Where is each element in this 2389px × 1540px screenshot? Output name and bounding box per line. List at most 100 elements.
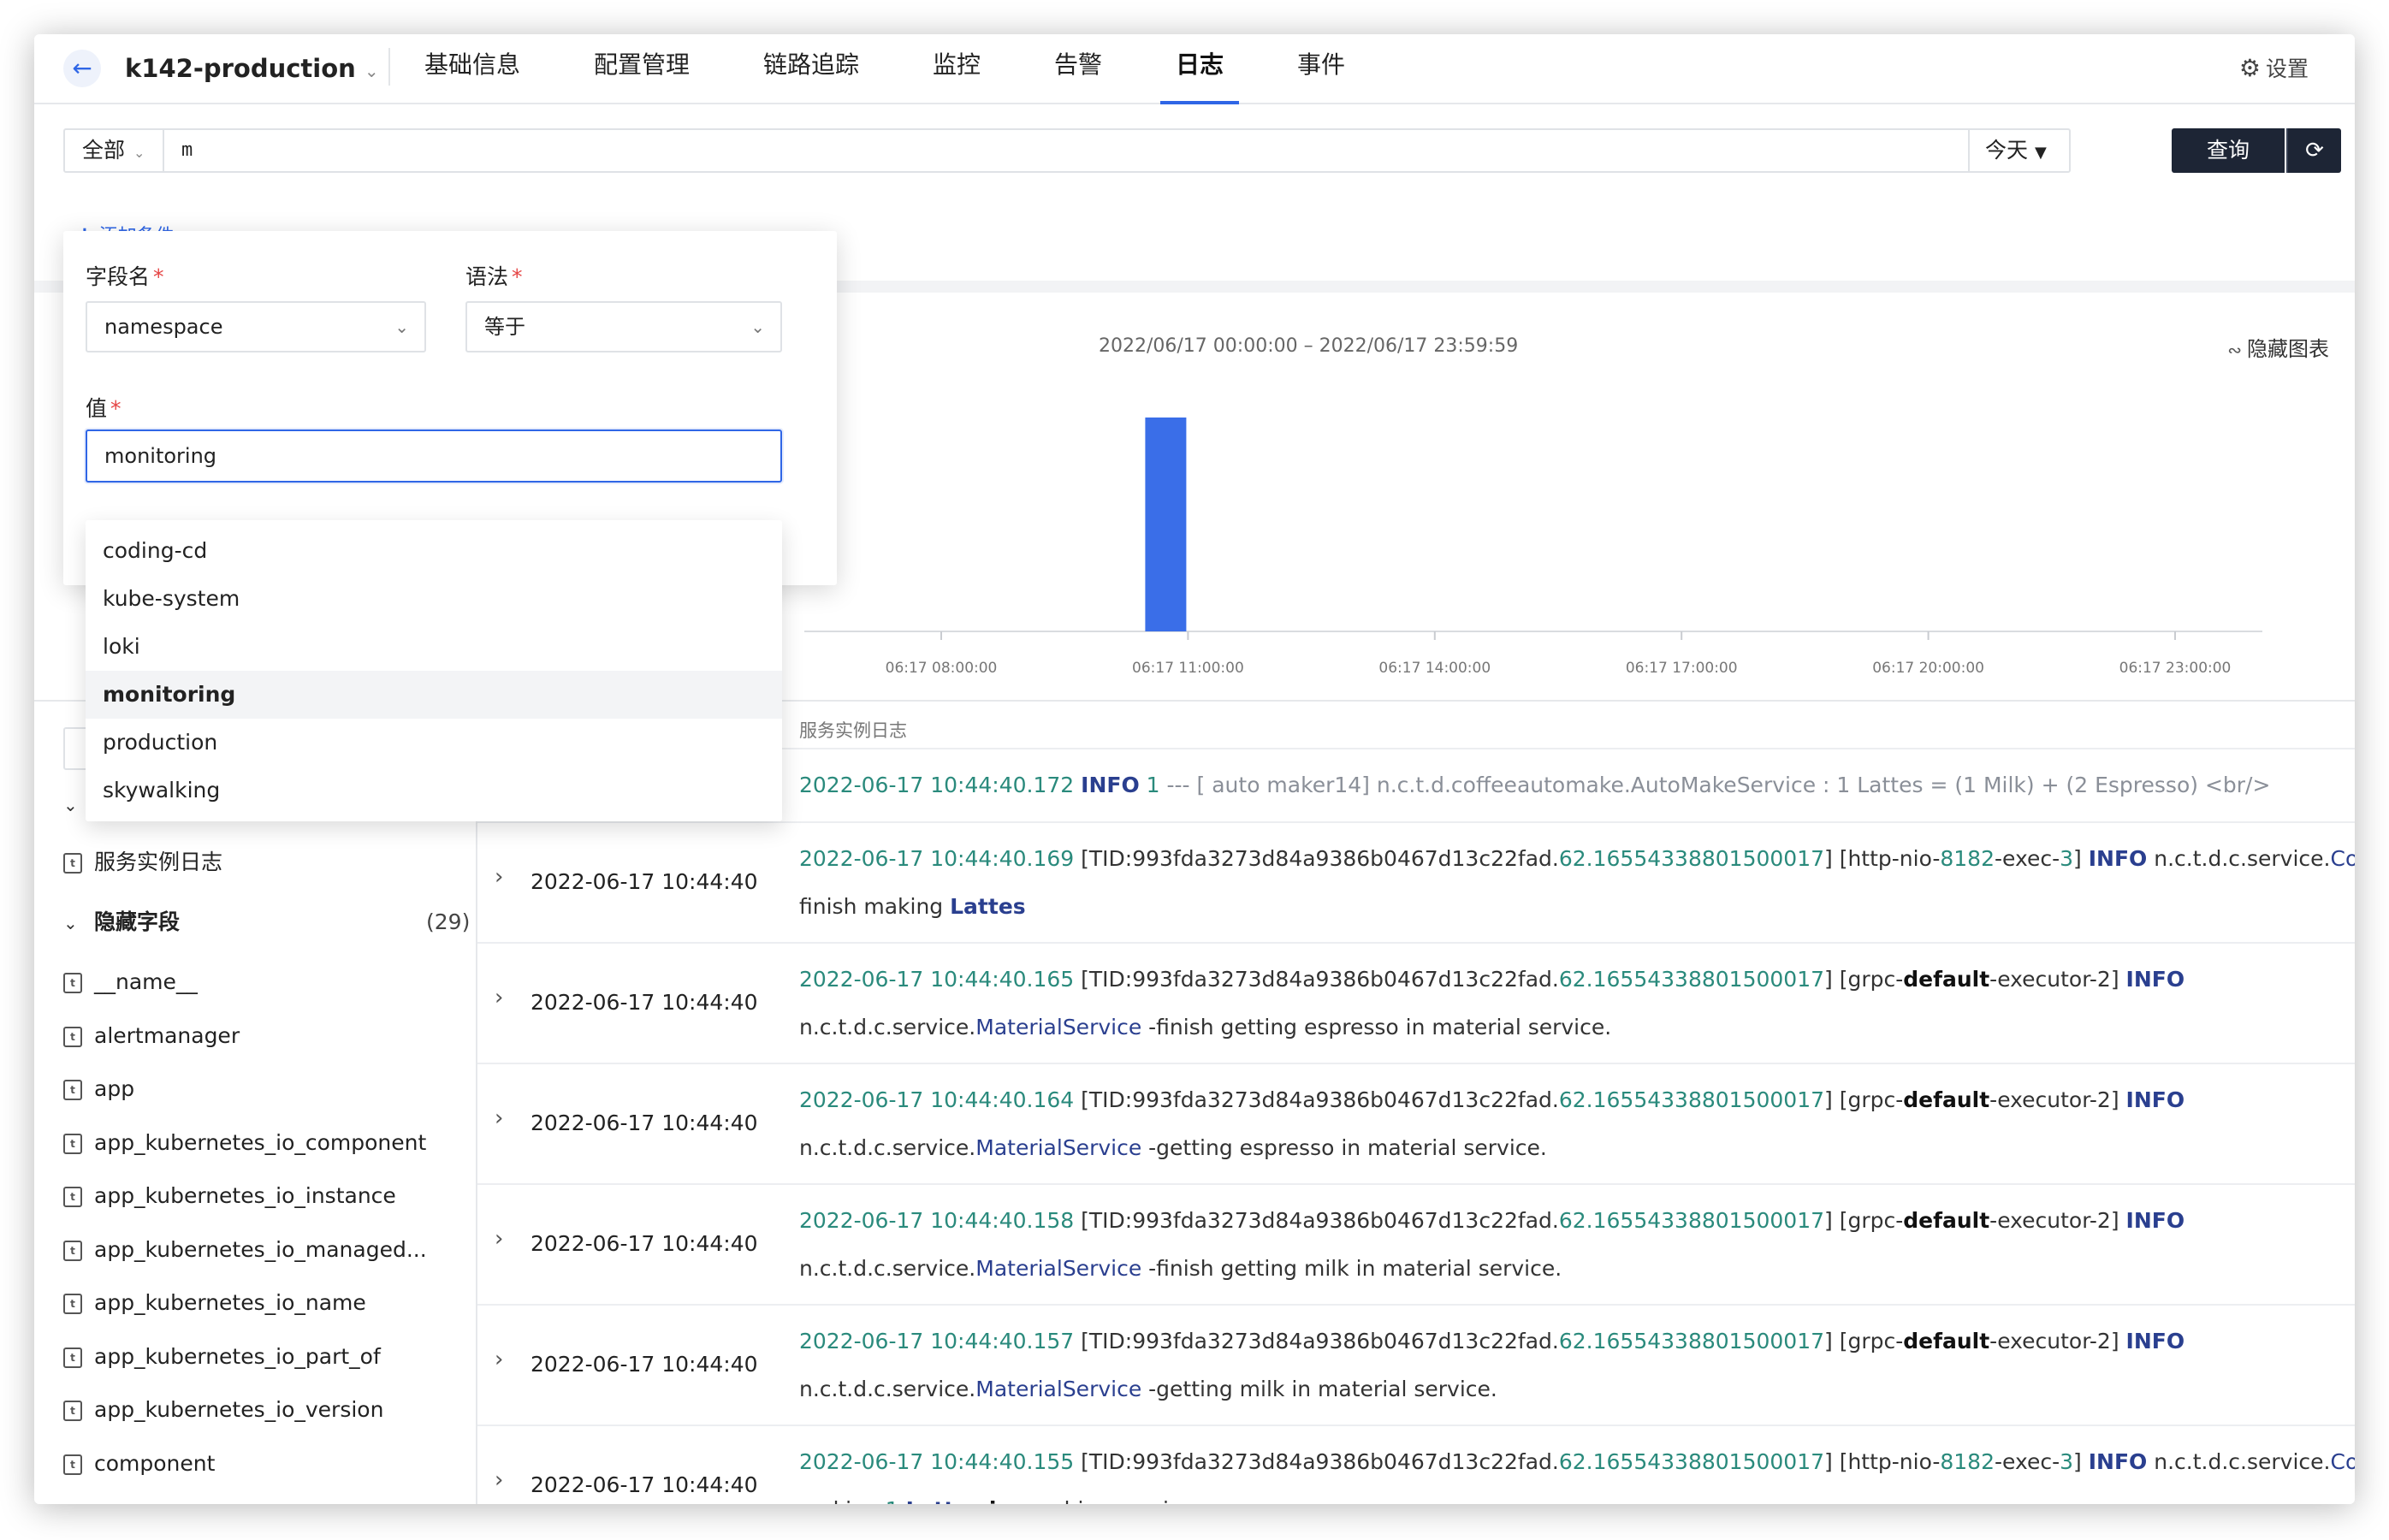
value-input[interactable]: monitoring [86, 429, 782, 483]
tab-alerts[interactable]: 告警 [1054, 34, 1102, 103]
log-part-tid: [TID:993fda3273d84a9386b0467d13c22fad. [1081, 1087, 1559, 1112]
dropdown-option[interactable]: production [86, 719, 782, 767]
settings-button[interactable]: ⚙ 设置 [2239, 48, 2309, 89]
log-part-line2-post: -getting milk in material service. [1141, 1377, 1497, 1401]
sidebar-field-label: app_kubernetes_io_part_of [94, 1343, 381, 1369]
project-selector[interactable]: k142-production ⌄ [125, 48, 379, 89]
log-part-thread-b: default [1903, 967, 1990, 992]
log-part-line2-kw: MaterialService [975, 1377, 1142, 1401]
log-part-thread-c: -executor-2] [1989, 1208, 2126, 1233]
dropdown-option[interactable]: kube-system [86, 575, 782, 623]
value-label: 值 * [86, 392, 122, 423]
log-row[interactable]: › 2022-06-17 10:44:40 2022-06-17 10:44:40.… [477, 942, 2355, 1063]
field-type-icon: t [63, 1347, 82, 1368]
log-part-thread-a: ] [grpc- [1824, 1208, 1904, 1233]
sidebar-field-item[interactable]: t app_kubernetes_io_part_of [63, 1340, 381, 1374]
log-row[interactable]: › 2022-06-17 10:44:40 2022-06-17 10:44:40.… [477, 821, 2355, 942]
sidebar-field-item[interactable]: t app_kubernetes_io_managed... [63, 1233, 427, 1267]
log-part-ts: 2022-06-17 10:44:40.164 [799, 1087, 1075, 1112]
tab-events[interactable]: 事件 [1297, 34, 1345, 103]
log-row[interactable]: › 2022-06-17 10:44:40 2022-06-17 10:44:40.… [477, 1183, 2355, 1304]
sidebar-field-label: app_kubernetes_io_managed... [94, 1236, 427, 1262]
tab-config[interactable]: 配置管理 [594, 34, 690, 103]
log-column-header: 服务实例日志 [799, 720, 907, 741]
sidebar-field-label: component [94, 1450, 216, 1476]
log-part-thread-n: 3 [2060, 1449, 2074, 1474]
log-part-thread-b: default [1903, 1208, 1990, 1233]
x-tick-label: 06:17 23:00:00 [2119, 660, 2232, 677]
chevron-down-icon: ⌄ [63, 795, 78, 815]
tab-tracing[interactable]: 链路追踪 [763, 34, 859, 103]
sidebar-field-item[interactable]: t app [63, 1072, 134, 1106]
log-part-thread-num: 8182 [1940, 846, 1995, 871]
query-button[interactable]: 查询 [2172, 128, 2285, 173]
sidebar-field-item[interactable]: t __name__ [63, 965, 198, 999]
field-sidebar: ⌄ t 服务实例日志 ⌄ 隐藏字段 (29) t __name__ t alertmana… [34, 702, 477, 1504]
log-time: 2022-06-17 10:44:40 [531, 1231, 758, 1256]
tab-monitoring[interactable]: 监控 [933, 34, 981, 103]
chevron-right-icon[interactable]: › [495, 1226, 503, 1252]
sidebar-field-item[interactable]: t app_kubernetes_io_instance [63, 1179, 396, 1213]
log-part-level: INFO [2125, 967, 2185, 992]
nav-divider [388, 48, 390, 86]
log-part-thread-a: ] [grpc- [1824, 967, 1904, 992]
dropdown-option[interactable]: coding-cd [86, 527, 782, 575]
tab-logs[interactable]: 日志 [1159, 34, 1240, 104]
dropdown-option[interactable]: loki [86, 623, 782, 671]
hidden-fields-group[interactable]: ⌄ 隐藏字段 (29) [63, 905, 470, 939]
sidebar-field-item[interactable]: t app_kubernetes_io_version [63, 1393, 383, 1427]
sidebar-field-item[interactable]: t alertmanager [63, 1019, 240, 1053]
auto-refresh-icon[interactable]: ⟳ [2286, 128, 2341, 173]
log-row[interactable]: › 2022-06-17 10:44:40 2022-06-17 10:44:40.… [477, 1304, 2355, 1424]
required-mark: * [512, 264, 523, 289]
sidebar-item-instance-log[interactable]: t 服务实例日志 [63, 845, 222, 880]
syntax-label-text: 语法 [465, 264, 509, 289]
log-part-line2-kw: Lattes [906, 1497, 982, 1504]
log-part-line2-kw: MaterialService [975, 1256, 1142, 1281]
query-input[interactable]: m [181, 130, 193, 171]
chevron-right-icon[interactable]: › [495, 985, 503, 1010]
app-window: ← k142-production ⌄ 基础信息 配置管理 链路追踪 监控 告警 … [34, 34, 2355, 1504]
chevron-right-icon[interactable]: › [495, 864, 503, 890]
x-tick-label: 06:17 08:00:00 [886, 660, 998, 677]
tab-basic-info[interactable]: 基础信息 [424, 34, 520, 103]
value-label-text: 值 [86, 396, 108, 421]
sidebar-field-item[interactable]: t app_kubernetes_io_component [63, 1126, 426, 1160]
time-range-select[interactable]: 今天 ▼ [1968, 130, 2069, 171]
x-tick-label: 06:17 20:00:00 [1872, 660, 1984, 677]
log-part-svc-pre: n.c.t.d.c.service. [2147, 846, 2331, 871]
log-row[interactable]: › 2022-06-17 10:44:40 2022-06-17 10:44:40.… [477, 1424, 2355, 1504]
histogram-bar[interactable] [1145, 418, 1187, 631]
syntax-label: 语法 * [465, 260, 523, 291]
log-part-line2-pre: finish making [799, 894, 951, 919]
chevron-right-icon[interactable]: › [495, 1105, 503, 1131]
chevron-right-icon[interactable]: › [495, 1467, 503, 1493]
sidebar-field-item[interactable]: t component [63, 1447, 215, 1481]
log-part-line2-kw: MaterialService [975, 1015, 1142, 1040]
field-type-icon: t [63, 1080, 82, 1100]
dropdown-option[interactable]: skywalking [86, 767, 782, 814]
sidebar-field-item[interactable]: t app_kubernetes_io_name [63, 1286, 366, 1320]
syntax-select[interactable]: 等于 ⌄ [465, 301, 782, 352]
field-type-icon: t [63, 973, 82, 993]
scope-select[interactable]: 全部 ⌄ [65, 130, 164, 171]
log-part-line2-pre: n.c.t.d.c.service. [799, 1377, 976, 1401]
log-part-svc: CoffeeService [2330, 1449, 2356, 1474]
log-list: 服务实例日志 2022-06-17 10:44:40.172 INFO 1 --… [477, 702, 2355, 1504]
field-type-icon: t [63, 1133, 82, 1154]
log-part-thread-a: ] [grpc- [1824, 1329, 1904, 1353]
log-line-1: 2022-06-17 10:44:40.169 [TID:993fda3273d… [799, 835, 2355, 883]
field-name-select[interactable]: namespace ⌄ [86, 301, 426, 352]
sidebar-field-item[interactable]: tcontainer [63, 1500, 195, 1504]
chevron-down-icon: ⌄ [364, 61, 379, 81]
back-arrow-icon[interactable]: ← [63, 50, 101, 87]
chevron-right-icon[interactable]: › [495, 1347, 503, 1372]
log-text: --- [ auto maker14] n.c.t.d.coffeeautoma… [1166, 773, 2271, 797]
log-line-1: 2022-06-17 10:44:40.165 [TID:993fda3273d… [799, 956, 2339, 1004]
log-part-level: INFO [2088, 1449, 2148, 1474]
log-message: 2022-06-17 10:44:40.157 [TID:993fda3273d… [799, 1318, 2339, 1413]
dropdown-option[interactable]: monitoring [86, 671, 782, 719]
log-part-line2-pre: n.c.t.d.c.service. [799, 1256, 976, 1281]
scope-value: 全部 [82, 138, 126, 163]
log-row[interactable]: › 2022-06-17 10:44:40 2022-06-17 10:44:40.… [477, 1063, 2355, 1183]
